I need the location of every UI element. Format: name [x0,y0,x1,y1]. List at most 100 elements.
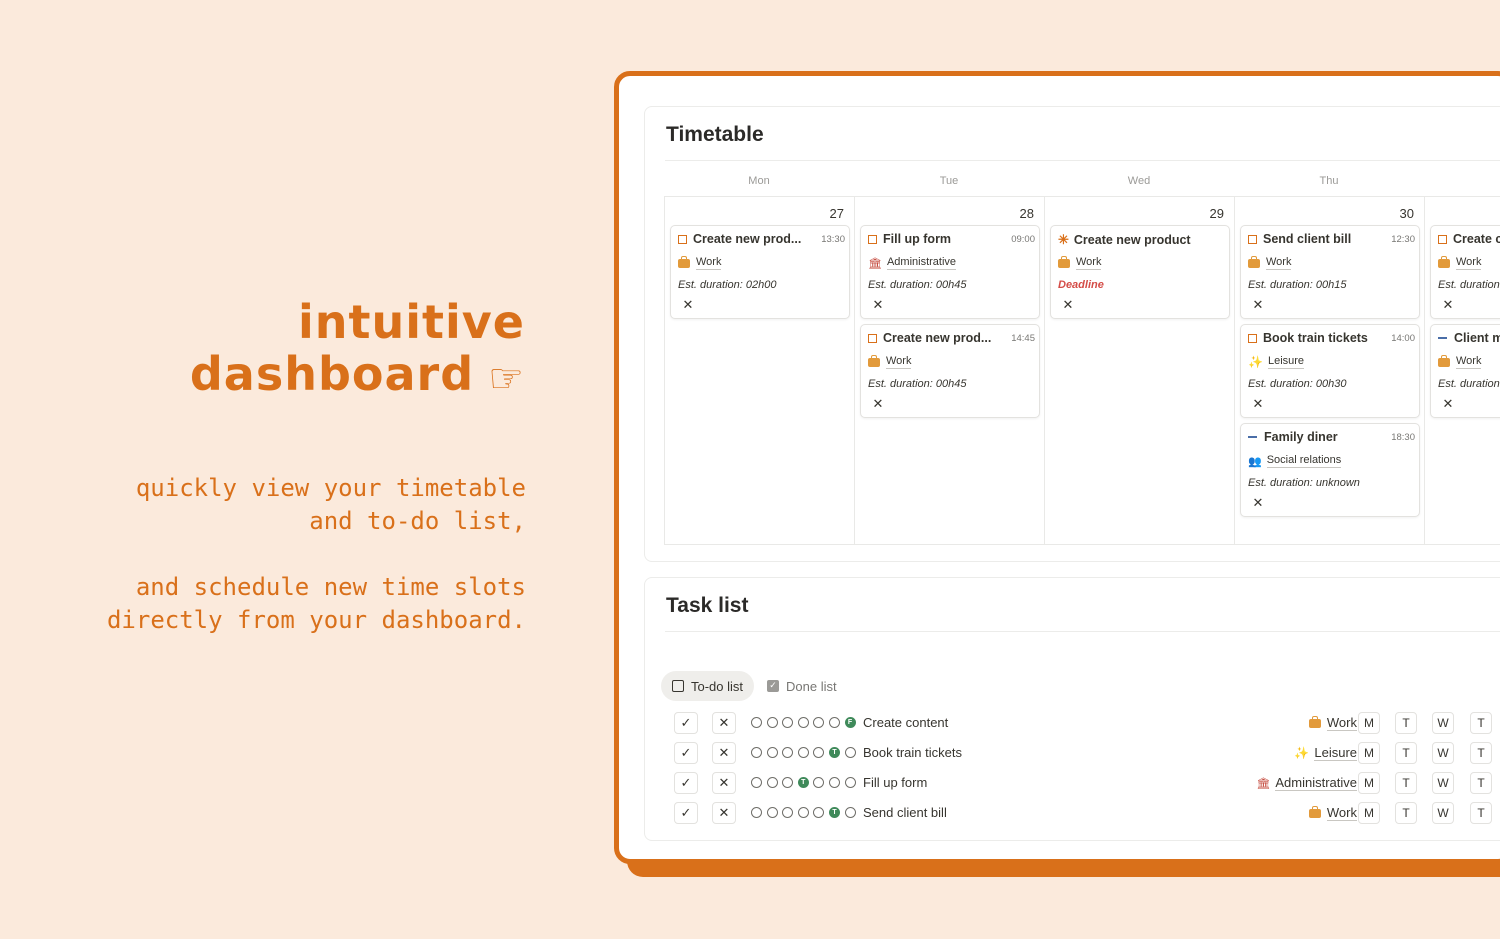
task-tag[interactable]: Work [1308,805,1357,821]
progress-empty-icon [782,777,794,788]
event-tag: Work [868,354,912,369]
hero-subtitle-1-line2: and to-do list, [309,507,526,535]
task-row: ✓ ✕ T Fill up form 🏛 Administrative M T W T [645,769,1500,799]
event-title: Client m [1438,331,1500,345]
tab-done-list[interactable]: ✓ Done list [756,671,848,701]
day-header-wed: Wed [1127,175,1151,187]
task-row: ✓ ✕ T Send client bill Work M T W T [645,799,1500,829]
event-card[interactable]: Family diner 18:30 👥 Social relations Est. d… [1240,423,1420,517]
event-duration: Est. duration [1438,279,1500,291]
close-icon[interactable]: ✕ [868,296,888,314]
day-header-tue: Tue [939,175,959,187]
event-card[interactable]: Create c Work Est. duration ✕ [1430,225,1500,319]
complete-button[interactable]: ✓ [674,742,698,764]
schedule-day-button[interactable]: M [1358,802,1380,824]
event-title: Family diner 18:30 [1248,430,1415,444]
close-icon[interactable]: ✕ [868,395,888,413]
tab-todo-list[interactable]: To-do list [661,671,755,701]
day-header-mon: Mon [748,175,770,187]
complete-button[interactable]: ✓ [674,712,698,734]
task-row: ✓ ✕ F Create content Work M T W T [645,709,1500,739]
progress-circles[interactable]: F [751,717,860,728]
progress-empty-icon [751,717,762,728]
progress-circles[interactable]: T [751,747,860,758]
complete-button[interactable]: ✓ [674,772,698,794]
hero-title-line1: intuitive [298,295,525,349]
task-tag[interactable]: ✨ Leisure [1294,745,1357,761]
checkbox-icon [1438,234,1447,244]
briefcase-icon [1308,805,1321,818]
progress-active-icon: T [828,747,840,758]
day-number: 30 [1399,206,1414,221]
event-duration: Est. duration: 02h00 [678,279,777,291]
schedule-day-button[interactable]: T [1395,742,1417,764]
schedule-day-button[interactable]: M [1358,772,1380,794]
event-tag: ✨ Leisure [1248,355,1305,369]
close-icon[interactable]: ✕ [1248,395,1268,413]
dismiss-button[interactable]: ✕ [712,742,736,764]
task-tag[interactable]: 🏛 Administrative [1256,775,1357,791]
dismiss-button[interactable]: ✕ [712,772,736,794]
checkbox-icon [868,234,877,244]
progress-circles[interactable]: T [751,807,860,818]
schedule-day-button[interactable]: W [1432,712,1454,734]
schedule-day-button[interactable]: T [1395,772,1417,794]
day-column: 27 Create new prod... 13:30 Work Est. durati… [665,197,855,544]
schedule-day-button[interactable]: T [1395,712,1417,734]
task-name: Create content [863,715,949,730]
event-duration: Est. duration: 00h45 [868,378,967,390]
event-card[interactable]: Send client bill 12:30 Work Est. duration: … [1240,225,1420,319]
task-name: Fill up form [863,775,928,790]
event-time: 12:30 [1391,233,1415,245]
leisure-icon: ✨ [1294,746,1310,760]
schedule-day-button[interactable]: M [1358,712,1380,734]
event-card[interactable]: Book train tickets 14:00 ✨ Leisure Est. dura… [1240,324,1420,418]
progress-empty-icon [813,777,825,788]
event-tag: Work [1438,354,1482,369]
event-time: 14:00 [1391,332,1415,344]
close-icon[interactable]: ✕ [1438,395,1458,413]
checkbox-icon [672,680,684,692]
deadline-label: Deadline [1058,279,1104,291]
event-title: Create new prod... 14:45 [868,331,1035,345]
schedule-day-button[interactable]: T [1395,802,1417,824]
task-name: Book train tickets [863,745,962,760]
dashboard-window: Timetable Mon Tue Wed Thu 27 Create new prod… [614,71,1500,864]
progress-empty-icon [782,807,794,818]
event-card[interactable]: Create new prod... 14:45 Work Est. duration… [860,324,1040,418]
event-card[interactable]: Create new prod... 13:30 Work Est. duration… [670,225,850,319]
close-icon[interactable]: ✕ [1248,494,1268,512]
event-title-text: Fill up form [883,232,952,246]
progress-empty-icon [782,747,794,758]
schedule-day-button[interactable]: W [1432,742,1454,764]
dismiss-button[interactable]: ✕ [712,712,736,734]
event-tag-label: Administrative [886,256,957,270]
schedule-day-button[interactable]: M [1358,742,1380,764]
event-tag: Work [1058,255,1102,270]
event-time: 09:00 [1011,233,1035,245]
task-tag[interactable]: Work [1308,715,1357,731]
schedule-day-button[interactable]: W [1432,802,1454,824]
progress-circles[interactable]: T [751,777,860,788]
event-card[interactable]: Fill up form 09:00 🏛 Administrative Est. dur… [860,225,1040,319]
progress-empty-icon [828,777,840,788]
schedule-day-button[interactable]: T [1470,742,1492,764]
schedule-day-button[interactable]: W [1432,772,1454,794]
close-icon[interactable]: ✕ [1438,296,1458,314]
close-icon[interactable]: ✕ [678,296,698,314]
event-card[interactable]: ✳ Create new product Work Deadline ✕ [1050,225,1230,319]
schedule-day-button[interactable]: T [1470,802,1492,824]
dismiss-button[interactable]: ✕ [712,802,736,824]
hero-subtitle-2-line1: and schedule new time slots [135,573,526,601]
event-time: 13:30 [821,233,845,245]
close-icon[interactable]: ✕ [1058,296,1078,314]
schedule-day-button[interactable]: T [1470,712,1492,734]
task-name: Send client bill [863,805,947,820]
close-icon[interactable]: ✕ [1248,296,1268,314]
schedule-day-button[interactable]: T [1470,772,1492,794]
progress-empty-icon [797,807,809,818]
event-card[interactable]: Client m Work Est. duration ✕ [1430,324,1500,418]
progress-empty-icon [813,717,825,728]
day-column: 30 Send client bill 12:30 Work Est. duration… [1235,197,1425,544]
complete-button[interactable]: ✓ [674,802,698,824]
